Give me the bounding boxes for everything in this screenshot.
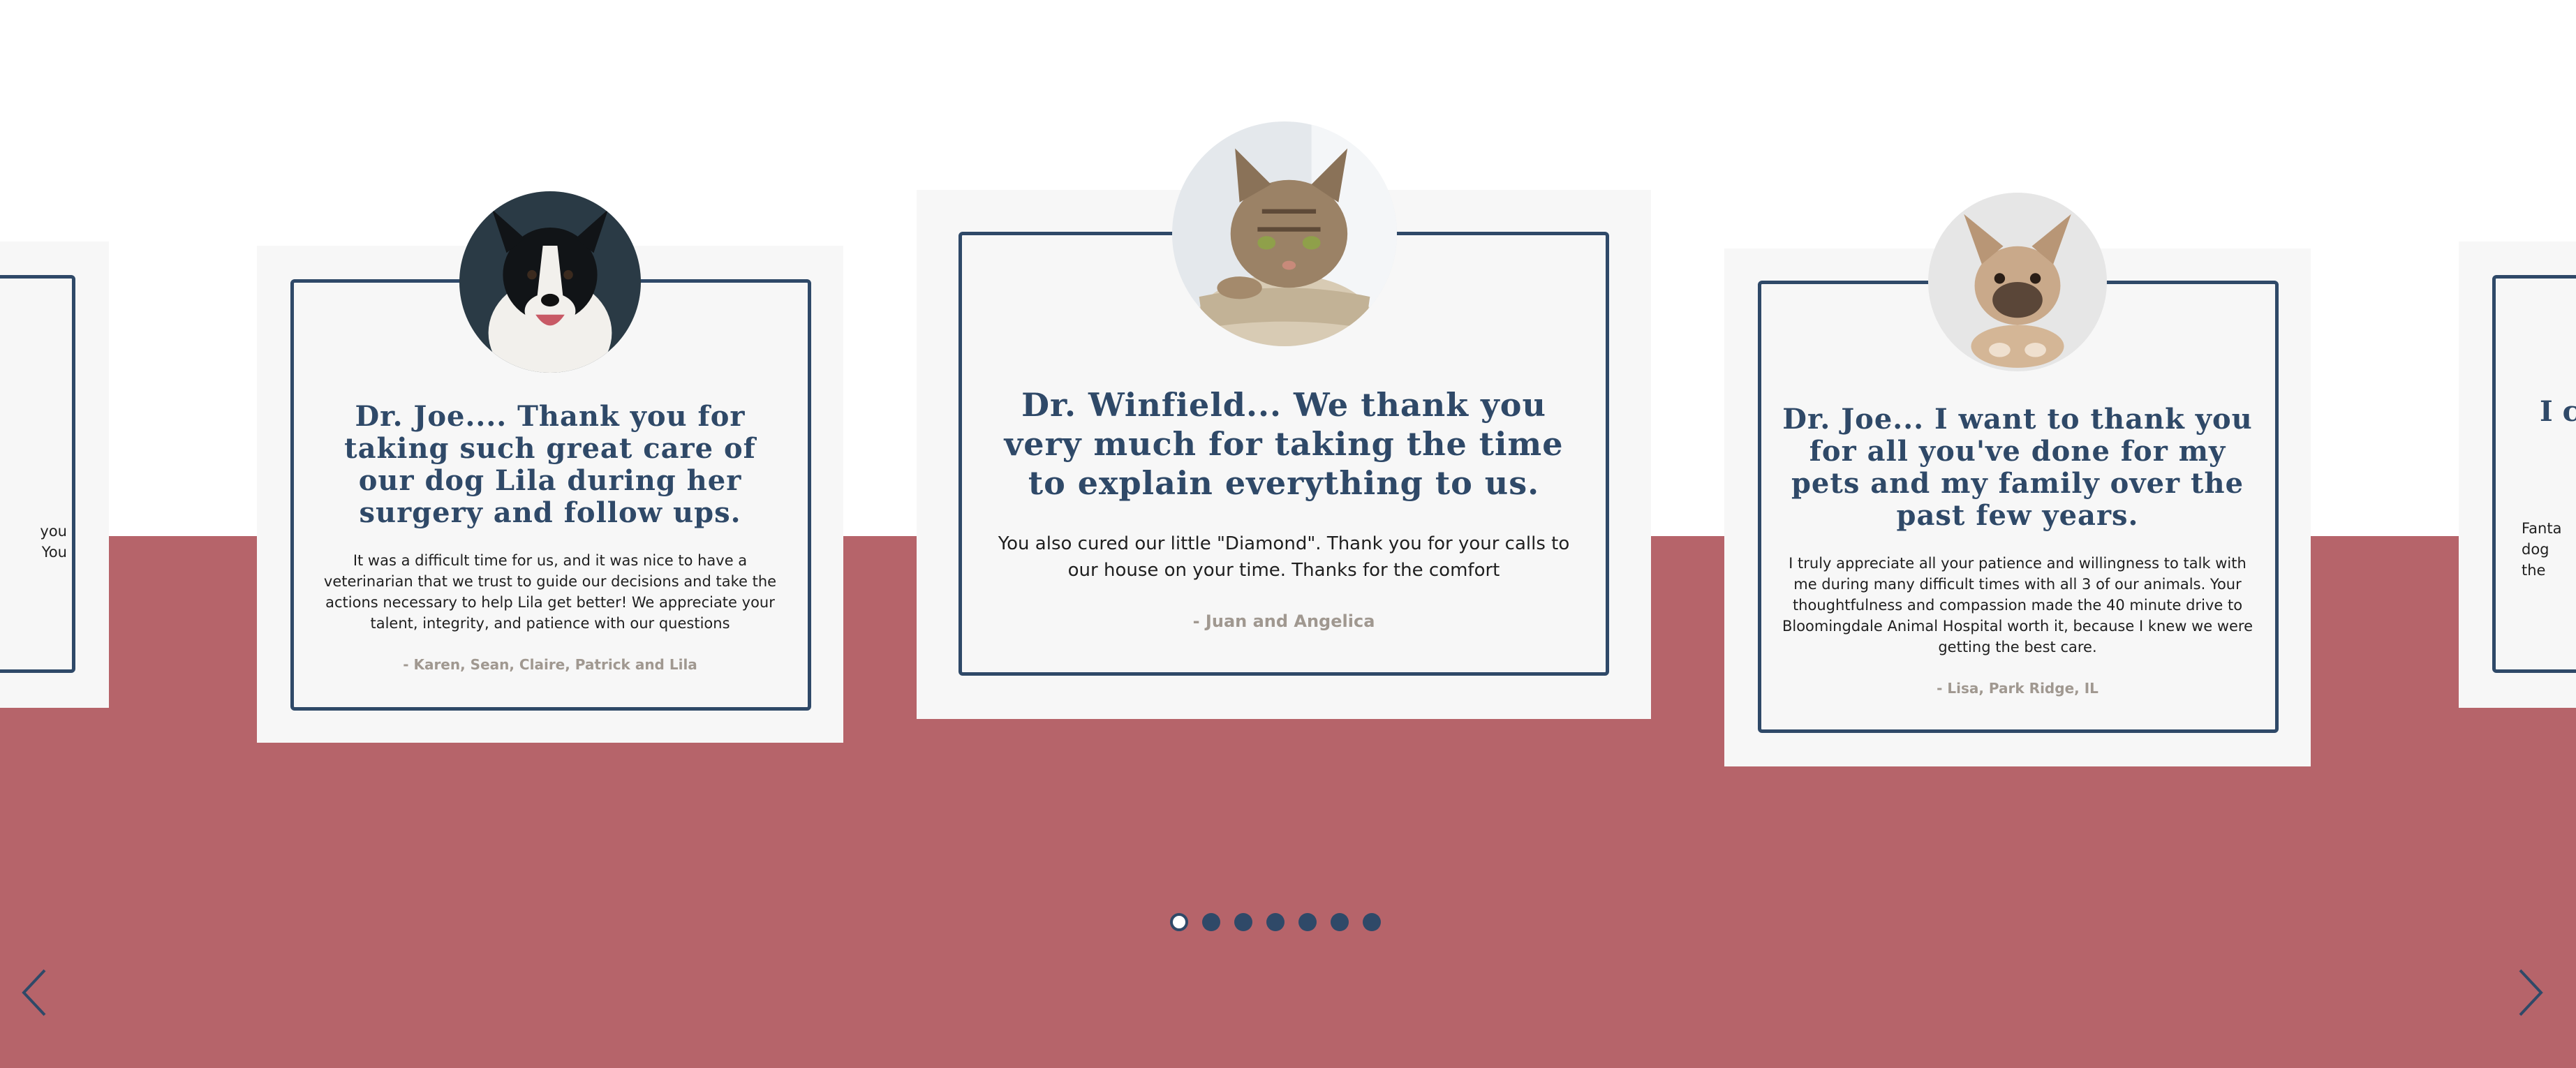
testimonial-quote: Dr. Winfield... We thank you very much f…: [1004, 386, 1564, 502]
testimonial-quote: Dr. Joe... I want to thank you for all y…: [1782, 403, 2253, 532]
pagination-dot-7[interactable]: [1363, 913, 1381, 931]
testimonial-card-partial-right: I c Fanta dog the: [2459, 242, 2576, 708]
tabby-cat-in-basket-avatar: [1172, 121, 1397, 346]
testimonial-card-active: Dr. Winfield... We thank you very much f…: [917, 121, 1651, 719]
testimonial-body: It was a difficult time for us, and it w…: [323, 552, 777, 632]
carousel-prev-button[interactable]: [17, 966, 52, 1019]
partial-left-line-1: you: [40, 523, 67, 540]
testimonial-content: Dr. Joe... I want to thank you for all y…: [1780, 403, 2255, 697]
testimonial-content: Dr. Winfield... We thank you very much f…: [986, 385, 1581, 631]
pagination-dot-5[interactable]: [1298, 913, 1317, 931]
carousel-next-button[interactable]: [2513, 966, 2548, 1019]
pagination-dot-3[interactable]: [1234, 913, 1252, 931]
partial-right-title: I c: [2540, 395, 2576, 428]
testimonial-card-partial-left: you You: [0, 242, 109, 708]
chevron-right-icon: [2519, 969, 2543, 1016]
partial-left-text: you You: [0, 521, 67, 563]
partial-right-line-2: dog: [2522, 541, 2549, 558]
chevron-left-icon: [22, 969, 46, 1016]
carousel-pagination: [1170, 913, 1381, 931]
testimonial-body: I truly appreciate all your patience and…: [1782, 555, 2253, 655]
partial-left-line-2: You: [41, 544, 67, 561]
testimonial-card: Dr. Joe.... Thank you for taking such gr…: [257, 191, 843, 743]
pagination-dot-6[interactable]: [1331, 913, 1349, 931]
testimonial-author: - Lisa, Park Ridge, IL: [1937, 680, 2098, 697]
pagination-dot-1[interactable]: [1170, 913, 1188, 931]
partial-right-line-3: the: [2522, 562, 2546, 579]
testimonial-body: You also cured our little "Diamond". Tha…: [998, 533, 1570, 581]
pagination-dot-4[interactable]: [1266, 913, 1285, 931]
card-frame: [2492, 275, 2576, 673]
partial-right-text: Fanta dog the: [2522, 518, 2576, 581]
testimonial-content: Dr. Joe.... Thank you for taking such gr…: [313, 400, 787, 674]
partial-right-line-1: Fanta: [2522, 520, 2562, 537]
testimonial-author: - Juan and Angelica: [1192, 611, 1375, 631]
pagination-dot-2[interactable]: [1202, 913, 1220, 931]
border-collie-dog-avatar: [459, 191, 641, 373]
card-frame: [0, 275, 75, 673]
french-bulldog-avatar: [1928, 193, 2107, 371]
testimonial-author: - Karen, Sean, Claire, Patrick and Lila: [403, 656, 697, 673]
testimonial-card: Dr. Joe... I want to thank you for all y…: [1724, 193, 2311, 766]
testimonial-quote: Dr. Joe.... Thank you for taking such gr…: [344, 400, 756, 529]
